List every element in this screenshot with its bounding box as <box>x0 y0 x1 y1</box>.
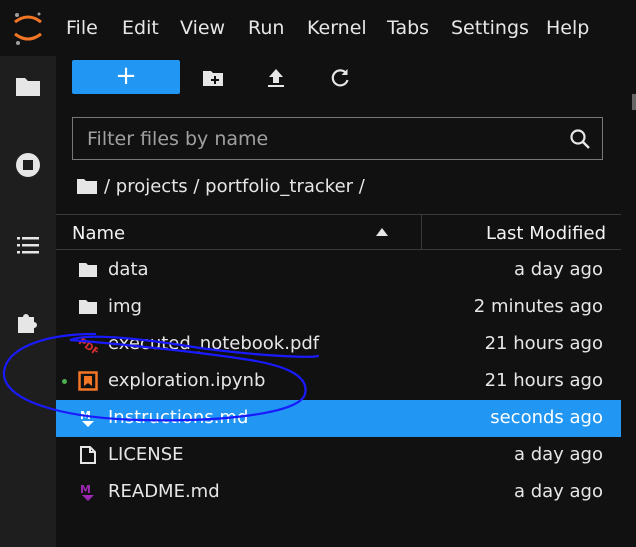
menu-kernel[interactable]: Kernel <box>307 17 367 39</box>
running-indicator <box>62 379 67 384</box>
svg-text:M: M <box>80 409 91 422</box>
markdown-icon: M <box>80 483 94 501</box>
refresh-icon[interactable] <box>328 66 352 90</box>
file-modified: a day ago <box>513 481 603 502</box>
jupyter-logo-icon <box>14 12 42 45</box>
list-icon[interactable] <box>14 231 42 259</box>
table-row-selected[interactable]: M Instructions.md seconds ago <box>56 400 621 437</box>
upload-icon[interactable] <box>264 66 288 90</box>
breadcrumb: / projects / portfolio_tracker / <box>76 176 365 197</box>
column-divider <box>421 214 422 250</box>
sort-ascending-icon[interactable] <box>376 228 388 236</box>
new-folder-icon[interactable] <box>201 66 225 90</box>
table-row[interactable]: data a day ago <box>56 252 621 289</box>
stop-circle-icon[interactable] <box>14 151 42 179</box>
menu-file[interactable]: File <box>66 17 98 39</box>
file-name: data <box>108 259 149 280</box>
file-name: exploration.ipynb <box>108 370 266 391</box>
file-name: LICENSE <box>108 444 184 465</box>
svg-text:PDF: PDF <box>78 336 98 354</box>
svg-text:M: M <box>80 483 91 496</box>
notebook-icon <box>78 371 98 391</box>
breadcrumb-path[interactable]: / projects / portfolio_tracker / <box>104 176 365 197</box>
puzzle-icon[interactable] <box>14 308 42 336</box>
scrollbar-thumb[interactable] <box>632 94 636 110</box>
menu-view[interactable]: View <box>180 17 225 39</box>
menu-tabs[interactable]: Tabs <box>387 17 429 39</box>
home-folder-icon[interactable] <box>76 177 98 195</box>
file-modified: 21 hours ago <box>484 333 603 354</box>
column-modified-header[interactable]: Last Modified <box>486 223 606 244</box>
pdf-icon: PDF <box>78 336 98 354</box>
menu-settings[interactable]: Settings <box>451 17 529 39</box>
file-modified: 2 minutes ago <box>473 296 603 317</box>
menu-help[interactable]: Help <box>546 17 589 39</box>
column-name-header[interactable]: Name <box>72 223 125 244</box>
filter-box <box>72 117 603 160</box>
file-modified: seconds ago <box>490 407 603 428</box>
table-row[interactable]: PDF executed_notebook.pdf 21 hours ago <box>56 326 621 363</box>
file-name: executed_notebook.pdf <box>108 333 320 354</box>
file-icon <box>80 446 96 464</box>
scrollbar[interactable] <box>621 56 636 547</box>
file-name: README.md <box>108 481 220 502</box>
table-row[interactable]: M README.md a day ago <box>56 474 621 511</box>
filter-input[interactable] <box>85 124 559 154</box>
table-row[interactable]: img 2 minutes ago <box>56 289 621 326</box>
file-modified: a day ago <box>513 259 603 280</box>
markdown-icon: M <box>80 409 94 427</box>
folder-icon <box>79 300 97 314</box>
folder-icon[interactable] <box>14 72 42 100</box>
menu-edit[interactable]: Edit <box>122 17 159 39</box>
new-launcher-button[interactable]: + <box>72 60 180 94</box>
table-row[interactable]: exploration.ipynb 21 hours ago <box>56 363 621 400</box>
file-modified: a day ago <box>513 444 603 465</box>
menu-run[interactable]: Run <box>248 17 284 39</box>
file-name: Instructions.md <box>108 407 249 428</box>
activity-bar <box>0 56 56 547</box>
file-name: img <box>108 296 142 317</box>
table-row[interactable]: LICENSE a day ago <box>56 437 621 474</box>
search-icon <box>570 129 590 149</box>
file-modified: 21 hours ago <box>484 370 603 391</box>
folder-icon <box>79 263 97 277</box>
new-label: + <box>115 61 137 91</box>
